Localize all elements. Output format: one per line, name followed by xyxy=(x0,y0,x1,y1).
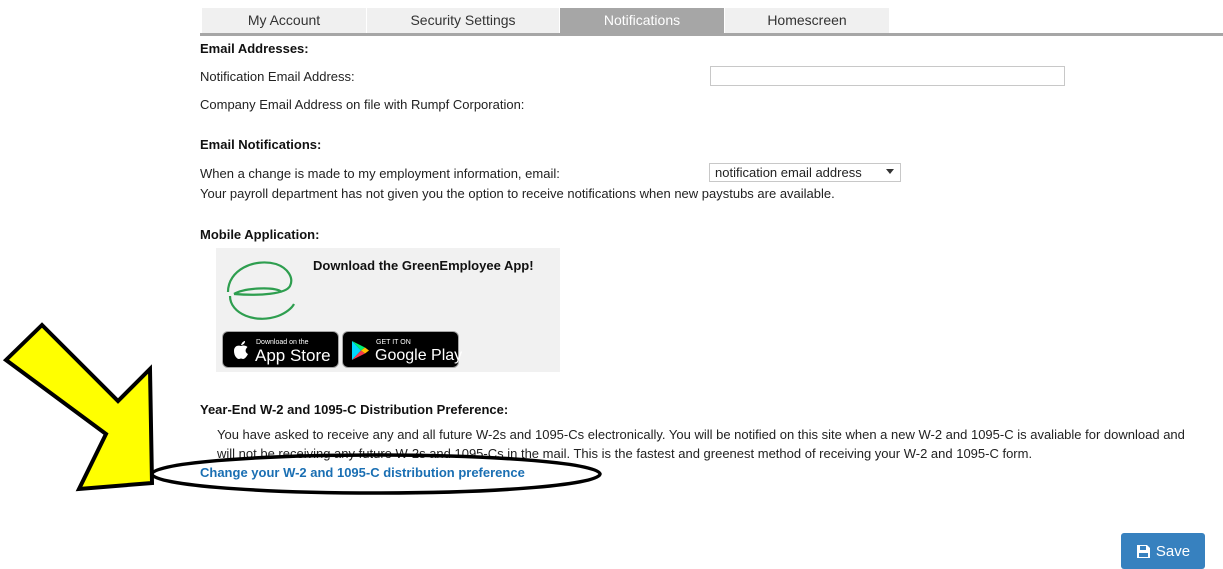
app-promo-title: Download the GreenEmployee App! xyxy=(313,258,534,273)
change-distribution-preference-link[interactable]: Change your W-2 and 1095-C distribution … xyxy=(200,465,525,480)
paystub-note: Your payroll department has not given yo… xyxy=(200,186,835,201)
app-store-small-text: Download on the xyxy=(256,339,309,346)
select-value: notification email address xyxy=(715,165,862,180)
tab-homescreen[interactable]: Homescreen xyxy=(725,8,890,33)
save-label: Save xyxy=(1155,542,1191,560)
tab-my-account[interactable]: My Account xyxy=(202,8,367,33)
app-store-button[interactable]: Download on the App Store xyxy=(222,331,339,368)
google-play-text: Google Play xyxy=(375,347,463,364)
apple-icon xyxy=(234,341,248,359)
chevron-down-icon xyxy=(886,169,894,174)
email-notifications-heading: Email Notifications: xyxy=(200,137,322,152)
year-end-heading: Year-End W-2 and 1095-C Distribution Pre… xyxy=(200,402,509,417)
google-play-icon xyxy=(352,341,369,360)
tab-underline xyxy=(200,33,1223,36)
greenemployee-logo xyxy=(226,261,295,320)
tab-notifications[interactable]: Notifications xyxy=(560,8,725,33)
save-button[interactable]: Save xyxy=(1121,533,1205,569)
notification-email-input[interactable] xyxy=(710,66,1065,86)
floppy-disk-icon xyxy=(1136,544,1150,558)
tab-bar: My Account Security Settings Notificatio… xyxy=(202,8,890,33)
mobile-application-heading: Mobile Application: xyxy=(200,227,320,242)
tab-security-settings[interactable]: Security Settings xyxy=(367,8,560,33)
employment-change-email-select[interactable]: notification email address xyxy=(709,163,901,182)
employment-change-label: When a change is made to my employment i… xyxy=(200,166,560,181)
email-addresses-heading: Email Addresses: xyxy=(200,41,309,56)
google-play-button[interactable]: GET IT ON Google Play xyxy=(342,331,463,368)
company-email-label: Company Email Address on file with Rumpf… xyxy=(200,97,525,112)
app-promo-box: Download the GreenEmployee App! Download… xyxy=(216,248,560,372)
notification-email-label: Notification Email Address: xyxy=(200,69,355,84)
google-play-small-text: GET IT ON xyxy=(376,339,411,346)
annotation-arrow xyxy=(2,322,155,492)
year-end-description: You have asked to receive any and all fu… xyxy=(217,427,1185,461)
app-store-text: App Store xyxy=(255,346,331,365)
